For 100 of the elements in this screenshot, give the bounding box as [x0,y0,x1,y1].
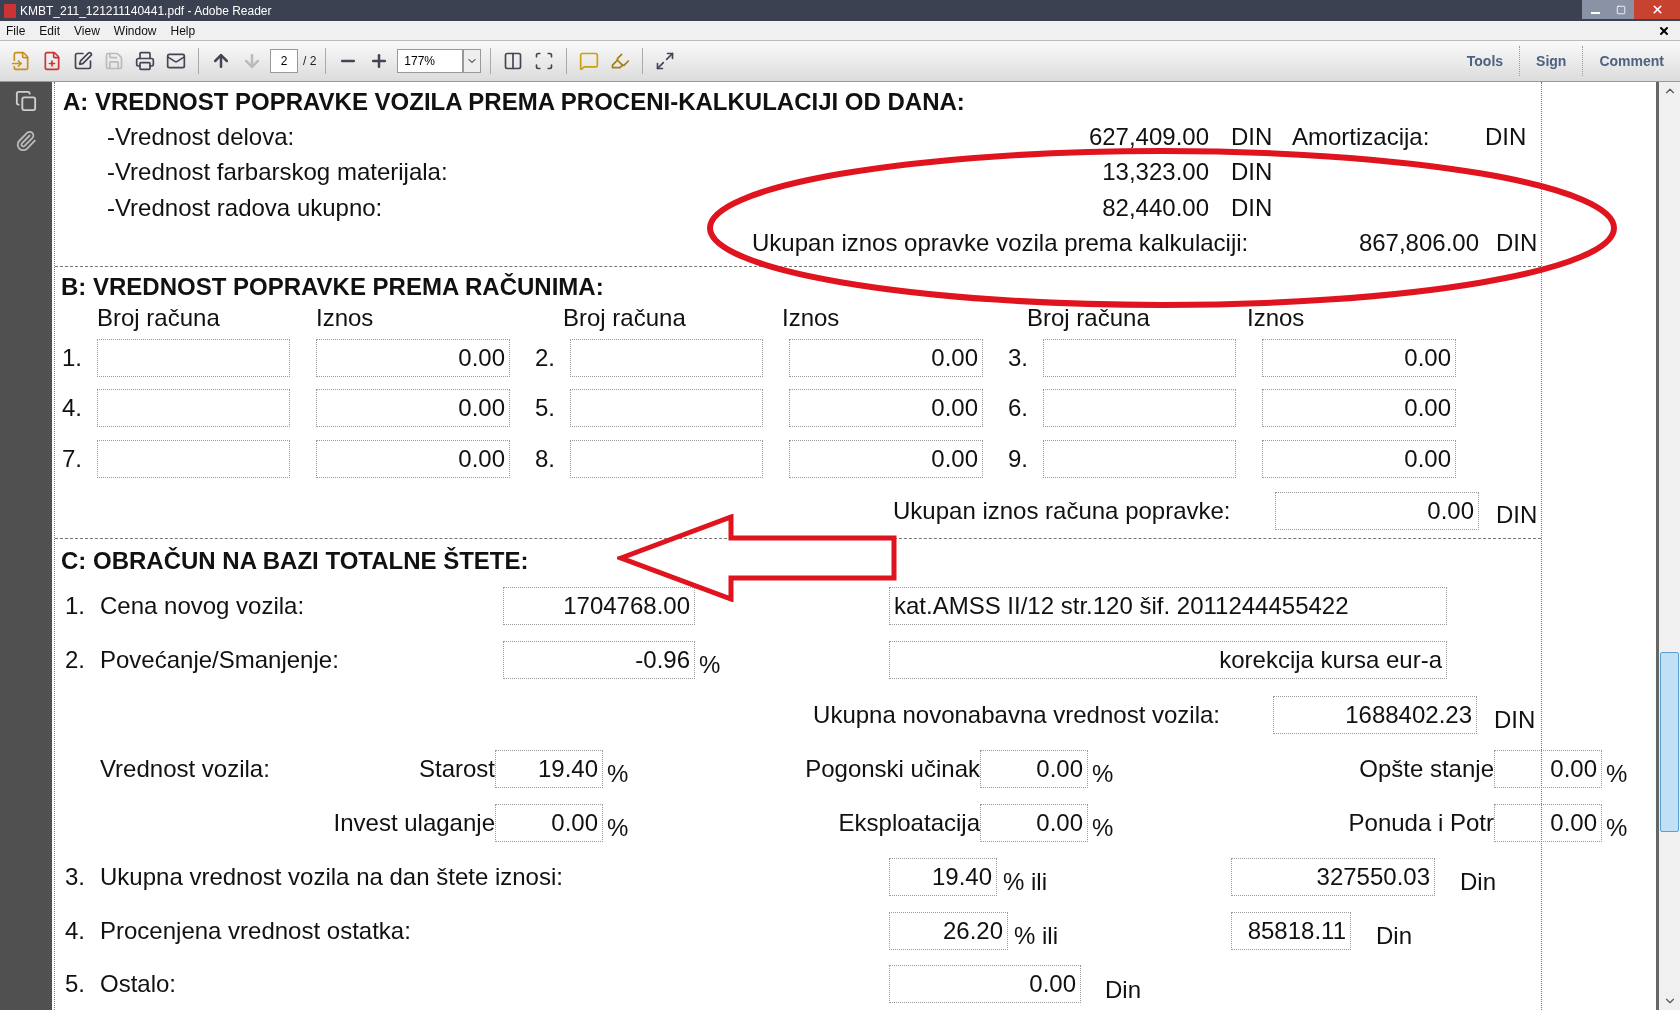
section-heading: A: VREDNOST POPRAVKE VOZILA PREMA PROCENI-KALKULACIJI OD DANA: [63,88,965,115]
form-label: Ukupna novonabavna vrednost vozila: [812,703,1220,727]
unit-label: % [1091,815,1115,840]
menu-item[interactable]: Window [113,21,157,40]
form-label: 1. [65,594,86,619]
form-field[interactable]: 0.00 [1275,491,1479,530]
menu-item[interactable]: Edit [39,21,61,40]
form-field[interactable]: 0.00 [1262,439,1456,478]
paperclip-icon[interactable] [15,130,37,152]
form-label: -Vrednost radova ukupno: [107,195,384,220]
form-label: Broj računa [563,305,687,330]
zoom-field[interactable]: 177% [397,49,464,73]
currency-label: DIN [1496,502,1538,527]
window-title: KMBT_211_121211140441.pdf - Adobe Reader [20,2,272,20]
close-icon [1650,3,1664,16]
pages-icon[interactable] [15,90,37,112]
form-label: Ukupna vrednost vozila na dan štete iznosi: [100,864,564,889]
pane-tab[interactable]: Sign [1519,46,1583,76]
form-label: 3. [1008,345,1029,370]
form-field[interactable]: 1688402.23 [1273,696,1477,734]
form-label: Ostalo: [100,972,178,997]
restore-button[interactable] [1608,0,1634,19]
form-field[interactable]: 0.00 [789,439,983,478]
form-label: Invest ulaganje [332,810,495,835]
form-label: 7. [62,446,83,471]
close-document-icon[interactable] [1658,24,1670,37]
form-field[interactable] [1043,338,1236,377]
form-label: 1. [62,345,83,370]
form-field[interactable]: kat.AMSS II/12 str.120 šif. 2011244455422 [889,587,1447,626]
form-label: Iznos [316,305,375,330]
form-label: Opšte stanje [1358,757,1494,782]
menu-item[interactable]: Help [170,21,196,40]
form-label: Ukupan iznos računa popravke: [893,498,1232,523]
close-button[interactable] [1634,0,1680,19]
unit-label: % [606,762,630,787]
unit-label: % [1091,762,1115,787]
form-field[interactable]: 0.00 [980,750,1088,789]
form-field[interactable]: 85818.11 [1231,912,1351,951]
form-field[interactable] [570,439,763,478]
page-number-field[interactable]: 2 [270,49,298,73]
form-field[interactable] [570,338,763,377]
minimize-button[interactable] [1582,0,1608,19]
form-field[interactable]: 1704768.00 [503,587,695,626]
form-label: 9. [1008,446,1029,471]
form-field[interactable] [97,439,290,478]
form-label: Eksploatacija [837,810,980,835]
vertical-scrollbar[interactable] [1656,82,1680,1010]
form-field[interactable] [1043,389,1236,428]
form-label: Procenjena vrednost ostatka: [100,919,412,944]
form-label: 4. [65,919,86,944]
form-field[interactable]: 0.00 [1494,750,1602,789]
form-field[interactable]: 0.00 [1262,389,1456,428]
form-field[interactable] [570,389,763,428]
form-field[interactable]: 0.00 [789,338,983,377]
form-label: Pogonski učinak [804,757,980,782]
form-field[interactable]: 0.00 [316,389,510,428]
form-label: Ukupan iznos opravke vozila prema kalkulaciji: [752,231,1250,256]
form-field[interactable] [97,389,290,428]
form-field[interactable] [97,338,290,377]
form-field[interactable]: 0.00 [1262,338,1456,377]
unit-label: % [606,815,630,840]
form-field[interactable]: -0.96 [503,640,695,679]
form-field[interactable]: 19.40 [889,857,997,896]
unit-label: % ili [1002,869,1048,894]
form-label: 5. [65,972,86,997]
pane-tab[interactable]: Tools [1450,46,1520,76]
pdf-file-icon [4,3,16,18]
pane-tab[interactable]: Comment [1582,46,1680,76]
currency-label: DIN [1494,708,1536,732]
form-field[interactable]: 0.00 [980,803,1088,842]
form-label: 3. [65,864,86,889]
form-field[interactable]: 0.00 [316,439,510,478]
zoom-dropdown-button[interactable] [463,49,482,73]
form-label: Broj računa [1027,305,1151,330]
form-label: Amortizacija: [1292,124,1431,149]
menu-item[interactable]: View [74,21,100,40]
section-heading: B: VREDNOST POPRAVKE PREMA RAČUNIMA: [61,273,604,301]
form-field[interactable]: 0.00 [789,389,983,428]
form-field[interactable]: 0.00 [495,803,603,842]
form-label: 5. [535,396,556,421]
currency-label: DIN [1231,124,1274,149]
form-field[interactable]: 26.20 [889,912,1008,951]
scrollbar-thumb[interactable] [1660,652,1679,832]
form-field[interactable]: 0.00 [1494,803,1602,842]
form-field[interactable] [1043,439,1236,478]
form-label: Ponuda i Potr [1347,810,1494,835]
form-field[interactable]: 0.00 [316,338,510,377]
unit-label: % [1605,762,1628,787]
form-field[interactable]: 327550.03 [1231,857,1435,896]
menu-item[interactable]: File [6,21,26,40]
currency-label: DIN [1231,195,1274,220]
amount-value: 82,440.00 [1101,195,1209,220]
form-field[interactable]: korekcija kursa eur-a [889,640,1447,679]
form-field[interactable]: 0.00 [889,965,1081,1004]
form-field[interactable]: 19.40 [495,750,603,789]
form-label: -Vrednost farbarskog materijala: [107,160,449,185]
form-label: Starost [417,757,495,782]
currency-label: Din [1105,978,1141,1003]
form-label: Broj računa [97,305,221,330]
page-count: / 2 [303,53,317,70]
